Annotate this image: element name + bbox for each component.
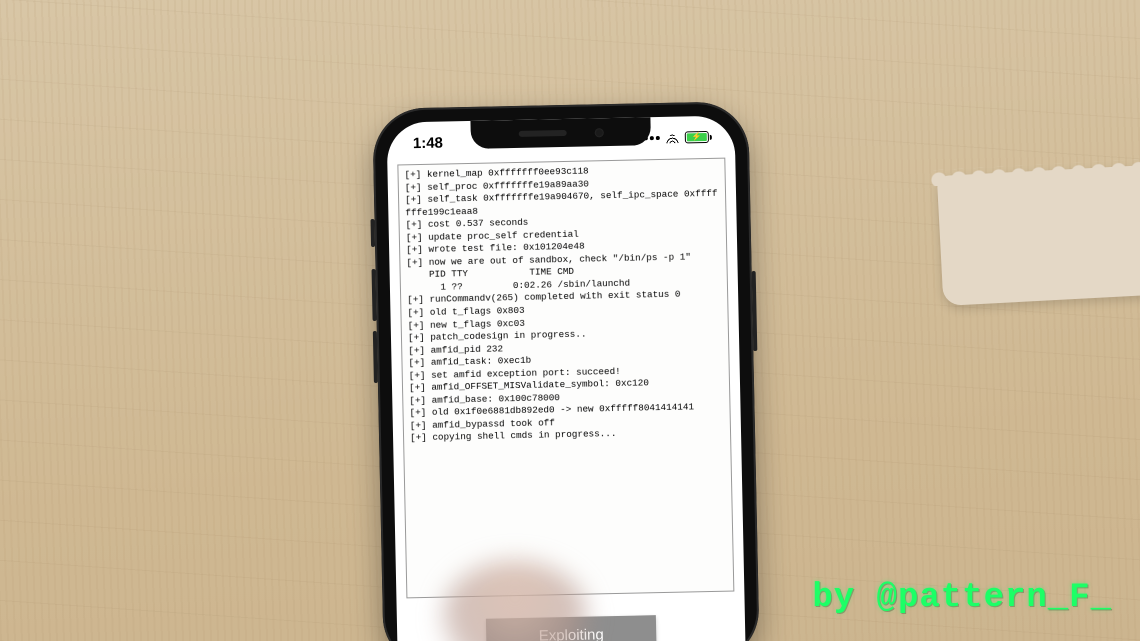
power-button — [752, 271, 758, 351]
console-output: [+] kernel_map 0xfffffff0ee93c118 [+] se… — [397, 158, 734, 599]
earpiece-speaker — [518, 130, 566, 137]
front-camera — [594, 128, 603, 137]
mute-switch — [370, 219, 375, 247]
status-time: 1:48 — [413, 134, 443, 152]
phone-screen: 1:48 [+] kernel_map 0xfffffff0ee93c118 [… — [386, 115, 745, 641]
table-cloth — [937, 164, 1140, 306]
watermark-credits: by @pattern_F_ — [812, 579, 1112, 617]
exploit-app: [+] kernel_map 0xfffffff0ee93c118 [+] se… — [397, 158, 735, 641]
display-notch — [470, 117, 651, 149]
wifi-icon — [665, 132, 680, 143]
iphone-device: 1:48 [+] kernel_map 0xfffffff0ee93c118 [… — [372, 101, 760, 641]
battery-charging-icon — [685, 131, 709, 143]
